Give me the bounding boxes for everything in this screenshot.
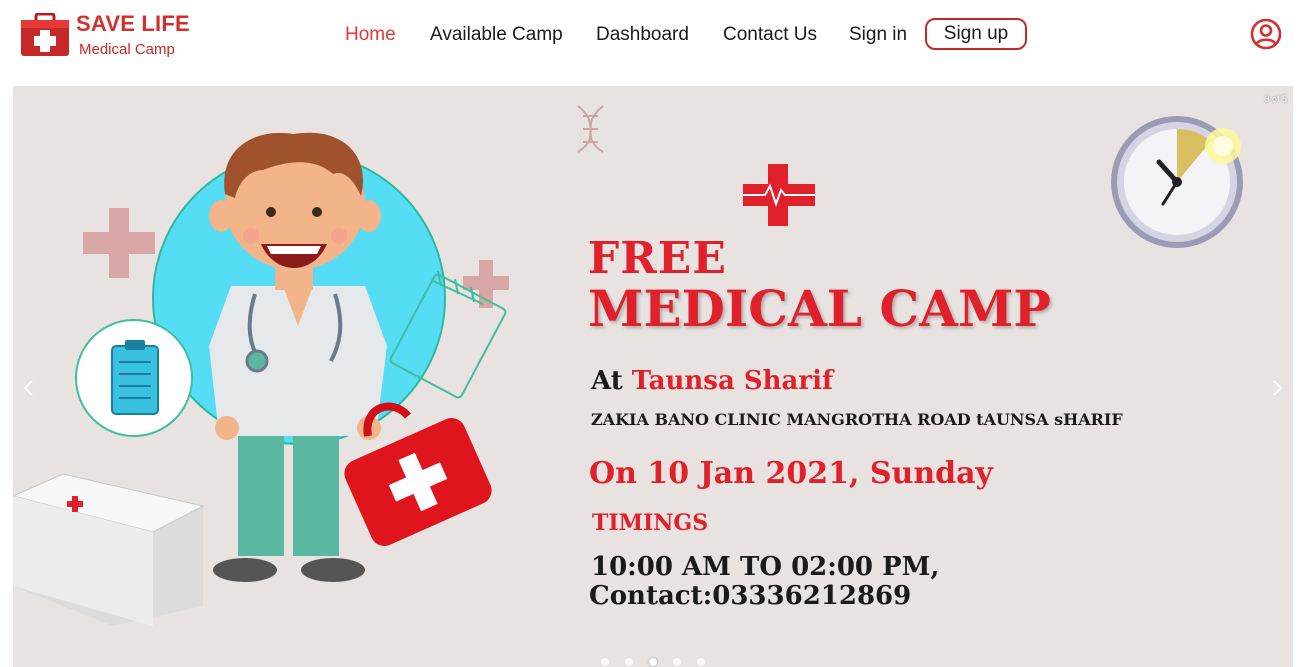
nav-home-link[interactable]: Home (345, 24, 396, 46)
user-circle-icon[interactable] (1250, 18, 1282, 50)
nav-sign-in-link[interactable]: Sign in (849, 24, 907, 46)
pixel-cross-icon-right (463, 260, 509, 308)
poster-location: Taunsa Sharif (631, 366, 834, 396)
clipboard-icon (75, 319, 193, 437)
nav-available-camp-link[interactable]: Available Camp (430, 24, 563, 46)
carousel-dot[interactable] (625, 658, 633, 666)
poster-at-label: At (591, 366, 623, 396)
pixel-cross-icon-left (83, 208, 155, 278)
brand-logo-link[interactable]: SAVE LIFE Medical Camp (20, 9, 220, 61)
brand-title: SAVE LIFE (76, 11, 190, 36)
doctor-character (209, 132, 387, 582)
carousel-dot-active[interactable] (649, 658, 657, 666)
dna-icon (577, 105, 604, 153)
poster-address: ZAKIA BANO CLINIC MANGROTHA ROAD tAUNSA … (591, 410, 1123, 429)
poster-time: 10:00 AM TO 02:00 PM, (591, 552, 940, 582)
carousel-dot[interactable] (673, 658, 681, 666)
carousel-dot[interactable] (601, 658, 609, 666)
first-aid-kit-icon (21, 13, 69, 56)
poster-timings-label: TIMINGS (592, 510, 709, 536)
clock-icon (1111, 116, 1243, 248)
poster-heading-medical-camp: MEDICAL CAMP (588, 279, 1051, 338)
carousel-dot[interactable] (697, 658, 705, 666)
medicine-box-icon (13, 473, 205, 626)
top-navbar: SAVE LIFE Medical Camp Home Available Ca… (0, 0, 1299, 86)
red-cross-heartbeat-icon (743, 164, 815, 226)
slide-counter: 3 of 5 (1264, 94, 1287, 104)
poster-contact: Contact:03336212869 (589, 581, 912, 611)
poster-heading-free: FREE (588, 233, 727, 284)
chevron-right-icon[interactable] (1271, 378, 1285, 398)
nav-contact-us-link[interactable]: Contact Us (723, 24, 817, 46)
brand-subtitle: Medical Camp (79, 41, 175, 58)
poster-date: On 10 Jan 2021, Sunday (589, 456, 993, 491)
chevron-left-icon[interactable] (21, 378, 35, 398)
nav-dashboard-link[interactable]: Dashboard (596, 24, 689, 46)
poster-location-line: At Taunsa Sharif (591, 366, 833, 396)
sign-up-button[interactable]: Sign up (925, 18, 1027, 50)
hero-carousel: FREE MEDICAL CAMP At Taunsa Sharif ZAKIA… (13, 86, 1293, 667)
